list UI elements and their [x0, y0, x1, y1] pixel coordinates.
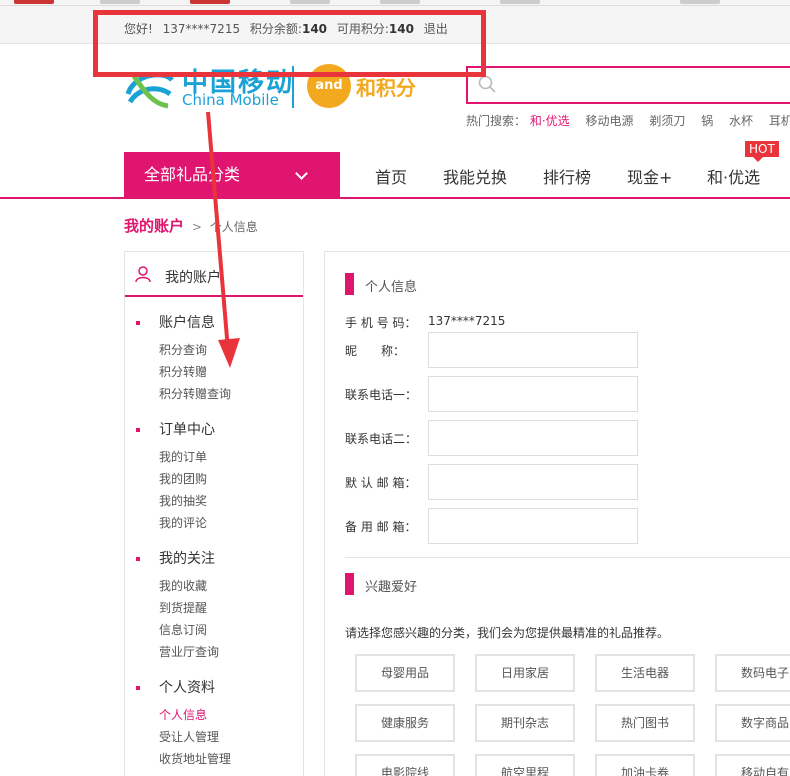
interest-tag[interactable]: 移动自有 — [715, 754, 790, 776]
hot-search-item[interactable]: 移动电源 — [586, 114, 634, 128]
sidebar-item-subscriptions[interactable]: 信息订阅 — [125, 619, 303, 641]
phone-value: 137****7215 — [428, 314, 506, 328]
bookmark-icon[interactable] — [100, 0, 140, 4]
interest-tag[interactable]: 加油卡券 — [595, 754, 695, 776]
sidebar-item-personal-info[interactable]: 个人信息 — [125, 704, 303, 726]
bookmark-icon[interactable] — [380, 0, 420, 4]
sidebar-item-my-group-buy[interactable]: 我的团购 — [125, 468, 303, 490]
sidebar-header: 我的账户 — [125, 252, 303, 297]
interest-tag[interactable]: 日用家居 — [475, 654, 575, 692]
sidebar-item-arrival-alert[interactable]: 到货提醒 — [125, 597, 303, 619]
sidebar-item-address-manage[interactable]: 收货地址管理 — [125, 748, 303, 770]
interest-tag[interactable]: 数码电子 — [715, 654, 790, 692]
bookmark-icon[interactable] — [190, 0, 230, 4]
contact2-label: 联系电话二： — [345, 432, 418, 446]
section-divider — [345, 557, 790, 558]
sidebar-group-account-info: 账户信息 积分查询 积分转赠 积分转赠查询 — [125, 313, 303, 405]
hot-search-label: 热门搜索： — [466, 114, 527, 128]
hot-search-item[interactable]: 剃须刀 — [649, 114, 685, 128]
nav-home[interactable]: 首页 — [375, 164, 407, 188]
hot-badge: HOT — [745, 141, 779, 162]
chevron-down-icon — [295, 167, 308, 180]
sidebar-item-points-query[interactable]: 积分查询 — [125, 339, 303, 361]
contact2-field[interactable] — [428, 420, 638, 456]
personal-info-panel: 个人信息 手 机 号 码： 137****7215 昵 称： 联系电话一： 联系… — [324, 251, 790, 776]
all-categories-label: 全部礼品分类 — [144, 165, 241, 184]
sidebar-item-my-lottery[interactable]: 我的抽奖 — [125, 490, 303, 512]
breadcrumb: 我的账户 > 个人信息 — [124, 215, 258, 236]
contact1-field[interactable] — [428, 376, 638, 412]
nav-cash-plus[interactable]: 现金+ — [627, 164, 672, 188]
backup-email-label: 备 用 邮 箱： — [345, 520, 417, 534]
interest-tag[interactable]: 航空里程 — [475, 754, 575, 776]
section-marker — [345, 573, 354, 595]
sidebar-group-personal-data: 个人资料 个人信息 受让人管理 收货地址管理 — [125, 678, 303, 770]
sidebar-item-favorites[interactable]: 我的收藏 — [125, 575, 303, 597]
hot-search: 热门搜索： 和·优选 移动电源 剃须刀 锅 水杯 耳机 — [466, 112, 790, 129]
breadcrumb-separator: > — [191, 220, 202, 234]
sidebar-item-my-reviews[interactable]: 我的评论 — [125, 512, 303, 534]
china-mobile-en: China Mobile — [182, 91, 279, 109]
interests-description: 请选择您感兴趣的分类，我们会为您提供最精准的礼品推荐。 — [345, 626, 670, 640]
search-box[interactable] — [466, 66, 790, 104]
sidebar-group-order-center: 订单中心 我的订单 我的团购 我的抽奖 我的评论 — [125, 420, 303, 534]
interest-tag[interactable]: 生活电器 — [595, 654, 695, 692]
interest-tag[interactable]: 数字商品 — [715, 704, 790, 742]
interest-tag[interactable]: 热门图书 — [595, 704, 695, 742]
nickname-field[interactable] — [428, 332, 638, 368]
breadcrumb-my-account[interactable]: 我的账户 — [124, 217, 184, 235]
sidebar-header-label: 我的账户 — [165, 270, 221, 286]
sidebar-item-points-transfer[interactable]: 积分转赠 — [125, 361, 303, 383]
nav-redeemable[interactable]: 我能兑换 — [443, 164, 507, 188]
section-title-text: 个人信息 — [365, 280, 418, 295]
hot-search-item[interactable]: 和·优选 — [530, 114, 570, 128]
all-categories-button[interactable]: 全部礼品分类 — [124, 152, 340, 197]
interest-tag[interactable]: 电影院线 — [355, 754, 455, 776]
hot-search-item[interactable]: 锅 — [701, 114, 713, 128]
section-marker — [345, 273, 354, 295]
hot-search-item[interactable]: 耳机 — [769, 114, 790, 128]
nav-ranking[interactable]: 排行榜 — [543, 164, 591, 188]
nickname-label: 昵 称： — [345, 344, 406, 358]
sidebar-group-follows: 我的关注 我的收藏 到货提醒 信息订阅 营业厅查询 — [125, 549, 303, 663]
interest-tag[interactable]: 母婴用品 — [355, 654, 455, 692]
backup-email-field[interactable] — [428, 508, 638, 544]
default-email-field[interactable] — [428, 464, 638, 500]
annotation-highlight-box — [93, 10, 486, 77]
sidebar-item-assignee-manage[interactable]: 受让人管理 — [125, 726, 303, 748]
interest-tag[interactable]: 期刊杂志 — [475, 704, 575, 742]
account-sidebar: 我的账户 账户信息 积分查询 积分转赠 积分转赠查询 订单中心 我的订单 我的团… — [124, 251, 304, 776]
sidebar-group-title: 订单中心 — [125, 420, 303, 440]
main-nav: 全部礼品分类 首页 我能兑换 排行榜 现金+ 和·优选 HOT — [0, 141, 790, 199]
hot-search-item[interactable]: 水杯 — [729, 114, 753, 128]
section-title-text: 兴趣爱好 — [365, 580, 418, 595]
bookmark-icon[interactable] — [500, 0, 540, 4]
sidebar-item-transfer-query[interactable]: 积分转赠查询 — [125, 383, 303, 405]
sidebar-group-title: 个人资料 — [125, 678, 303, 698]
bookmark-icon[interactable] — [290, 0, 330, 4]
bookmark-icon[interactable] — [680, 0, 720, 4]
default-email-label: 默 认 邮 箱： — [345, 476, 417, 490]
sidebar-group-title: 我的关注 — [125, 549, 303, 569]
sidebar-group-title: 账户信息 — [125, 313, 303, 333]
nav-he-youxuan[interactable]: 和·优选 — [707, 164, 760, 188]
breadcrumb-current: 个人信息 — [209, 220, 258, 234]
sidebar-item-store-query[interactable]: 营业厅查询 — [125, 641, 303, 663]
user-icon — [135, 266, 151, 282]
search-icon[interactable] — [478, 75, 496, 93]
phone-label: 手 机 号 码： — [345, 316, 417, 330]
sidebar-item-my-orders[interactable]: 我的订单 — [125, 446, 303, 468]
bookmark-icon[interactable] — [14, 0, 54, 4]
contact1-label: 联系电话一： — [345, 388, 418, 402]
interest-tag[interactable]: 健康服务 — [355, 704, 455, 742]
